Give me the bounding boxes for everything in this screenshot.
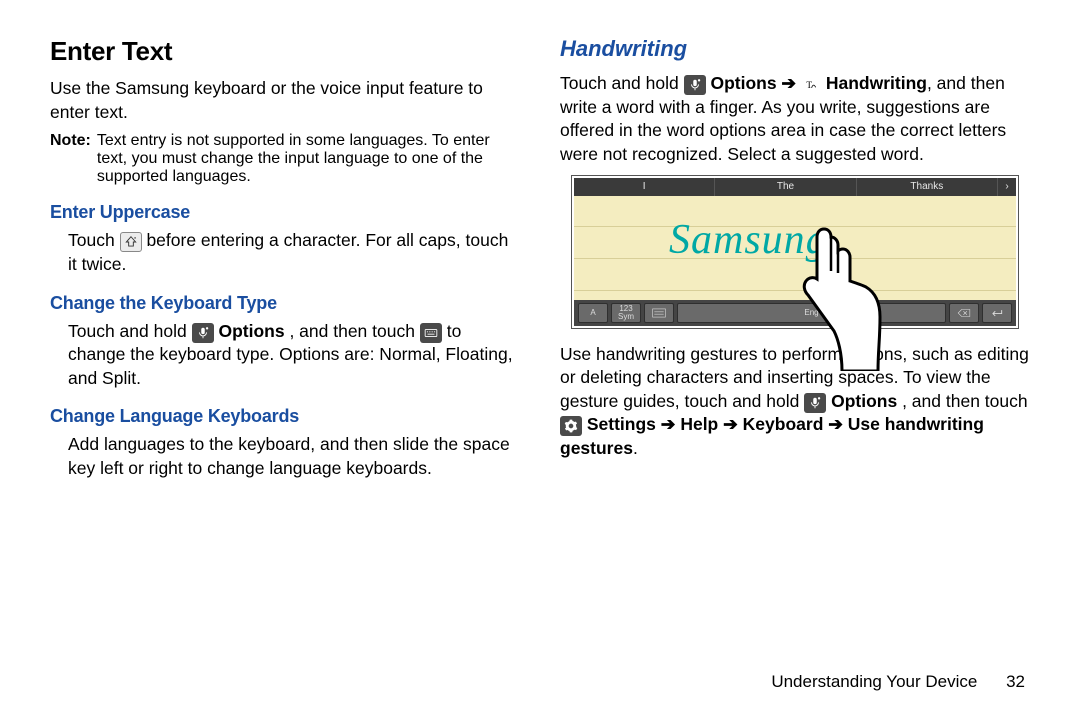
options-label: Options — [710, 73, 781, 93]
suggestion-2: The — [715, 178, 856, 196]
intro-paragraph: Use the Samsung keyboard or the voice in… — [50, 77, 520, 124]
writing-pad: Samsung — [574, 196, 1016, 300]
arrow-icon: ➔ — [781, 73, 796, 93]
shift-key-icon — [120, 232, 142, 252]
handwriting-figure: I The Thanks › Samsung A 123 Sym Eng — [571, 175, 1019, 329]
text-frag: Touch — [68, 230, 120, 250]
text-frag: , and then touch — [289, 321, 419, 341]
toolbar-key-back — [949, 303, 979, 323]
gear-icon — [560, 416, 582, 436]
suggestion-more: › — [998, 178, 1016, 196]
text-frag: , and then touch — [902, 391, 1028, 411]
handwriting-p2: Use handwriting gestures to perform acti… — [560, 343, 1030, 461]
change-lang-body: Add languages to the keyboard, and then … — [50, 433, 520, 480]
keyboard-toolbar: A 123 Sym Eng — [574, 300, 1016, 326]
section-name: Understanding Your Device — [771, 672, 977, 691]
settings-label: Settings — [587, 414, 661, 434]
svg-text:T: T — [806, 81, 812, 91]
heading-enter-uppercase: Enter Uppercase — [50, 202, 520, 223]
arrow-icon: ➔ — [661, 414, 676, 434]
page-number: 32 — [1006, 672, 1025, 691]
help-label: Help — [680, 414, 723, 434]
suggestion-1: I — [574, 178, 715, 196]
suggestion-bar: I The Thanks › — [574, 178, 1016, 196]
note-label: Note: — [50, 132, 91, 186]
mic-options-icon — [684, 75, 706, 95]
right-column: Handwriting Touch and hold Options ➔ T H… — [560, 36, 1030, 690]
text-frag: . — [633, 438, 638, 458]
heading-enter-text: Enter Text — [50, 36, 520, 67]
heading-change-kbd-type: Change the Keyboard Type — [50, 293, 520, 314]
page-footer: Understanding Your Device 32 — [771, 672, 1025, 692]
options-label: Options — [218, 321, 284, 341]
keyboard-icon — [420, 323, 442, 343]
note-block: Note: Text entry is not supported in som… — [50, 132, 520, 186]
toolbar-key-space: Eng — [677, 303, 946, 323]
handwriting-t-icon: T — [801, 75, 821, 95]
keyboard-label: Keyboard — [743, 414, 829, 434]
text-frag: Touch and hold — [560, 73, 684, 93]
mic-options-icon — [804, 393, 826, 413]
change-kbd-body: Touch and hold Options , and then touch … — [50, 320, 520, 391]
heading-handwriting: Handwriting — [560, 36, 1030, 62]
toolbar-key-enter — [982, 303, 1012, 323]
text-frag: Touch and hold — [68, 321, 192, 341]
arrow-icon: ➔ — [723, 414, 738, 434]
toolbar-key-sym: 123 Sym — [611, 303, 641, 323]
toolbar-key-kbd — [644, 303, 674, 323]
mic-options-icon — [192, 323, 214, 343]
enter-uppercase-body: Touch before entering a character. For a… — [50, 229, 520, 276]
heading-change-lang: Change Language Keyboards — [50, 406, 520, 427]
suggestion-3: Thanks — [857, 178, 998, 196]
arrow-icon: ➔ — [828, 414, 843, 434]
left-column: Enter Text Use the Samsung keyboard or t… — [50, 36, 520, 690]
handwriting-label: Handwriting — [826, 73, 927, 93]
handwriting-p1: Touch and hold Options ➔ T Handwriting, … — [560, 72, 1030, 167]
toolbar-key-font: A — [578, 303, 608, 323]
handwritten-word: Samsung — [669, 216, 828, 264]
note-body: Text entry is not supported in some lang… — [97, 132, 520, 186]
manual-page: Enter Text Use the Samsung keyboard or t… — [0, 0, 1080, 720]
options-label: Options — [831, 391, 897, 411]
